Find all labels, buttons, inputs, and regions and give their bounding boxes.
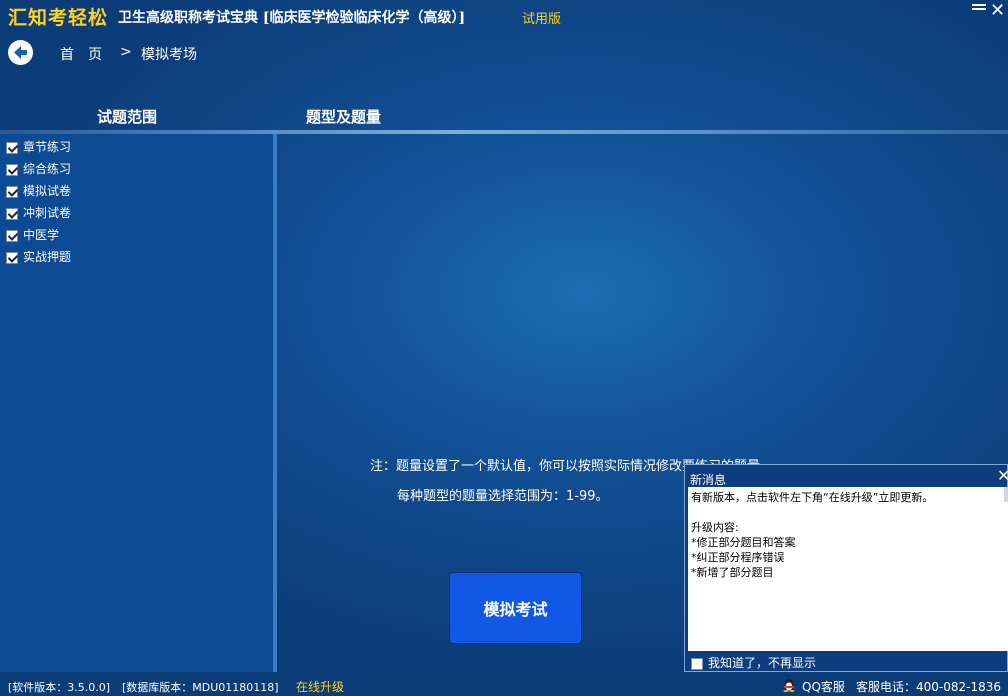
app-brand: 汇知考轻松 — [8, 7, 109, 29]
category-predicted-questions[interactable]: 实战押题 — [6, 248, 71, 264]
online-upgrade-link[interactable]: 在线升级 — [296, 678, 344, 695]
category-label: 模拟试卷 — [23, 184, 72, 198]
popup-line: *新增了部分题目 — [691, 566, 774, 579]
minimize-icon[interactable] — [972, 4, 986, 16]
category-label: 实战押题 — [23, 250, 72, 264]
checkbox-checked-icon[interactable] — [6, 163, 18, 176]
trial-label: 试用版 — [522, 12, 562, 27]
question-type-header: 题型及题量 — [306, 108, 382, 126]
checkbox-checked-icon[interactable] — [6, 229, 18, 242]
software-version: [软件版本：3.5.0.0] — [8, 681, 111, 694]
popup-scrollbar[interactable] — [1004, 487, 1008, 502]
category-comprehensive-practice[interactable]: 综合练习 — [6, 160, 71, 176]
category-label: 中医学 — [23, 228, 60, 242]
breadcrumb-separator: > — [120, 44, 132, 60]
popup-line: 有新版本，点击软件左下角“在线升级”立即更新。 — [691, 491, 934, 504]
popup-message-body: 有新版本，点击软件左下角“在线升级”立即更新。 升级内容: *修正部分题目和答案… — [688, 487, 1008, 651]
popup-line: *纠正部分程序错误 — [691, 551, 785, 564]
title-bar: 汇知考轻松 卫生高级职称考试宝典 [临床医学检验临床化学（高级）] 试用版 ✕ — [0, 0, 1008, 32]
breadcrumb-current: 模拟考场 — [141, 47, 197, 63]
panel-divider[interactable] — [273, 134, 277, 672]
popup-title: 新消息 — [690, 473, 727, 487]
qq-service-link[interactable]: QQ客服 — [802, 678, 845, 695]
category-tcm[interactable]: 中医学 — [6, 226, 59, 242]
status-bar: [软件版本：3.5.0.0] [数据库版本：MDU01180118] 在线升级 … — [0, 674, 1008, 696]
category-mock-exam[interactable]: 模拟试卷 — [6, 182, 71, 198]
popup-line — [691, 505, 1005, 520]
category-chapter-practice[interactable]: 章节练习 — [6, 138, 71, 154]
close-window-icon[interactable]: ✕ — [990, 0, 1005, 21]
new-message-popup: 新消息 ✕ 有新版本，点击软件左下角“在线升级”立即更新。 升级内容: *修正部… — [684, 464, 1008, 672]
note-range: 每种题型的题量选择范围为：1-99。 — [397, 489, 609, 504]
qq-penguin-icon[interactable] — [782, 678, 796, 692]
start-mock-exam-button[interactable]: 模拟考试 — [449, 572, 582, 644]
category-label: 综合练习 — [23, 162, 72, 176]
checkbox-checked-icon[interactable] — [6, 251, 18, 264]
category-label: 章节练习 — [23, 140, 72, 154]
checkbox-checked-icon[interactable] — [6, 207, 18, 220]
back-arrow-icon[interactable] — [8, 40, 33, 65]
category-sprint-exam[interactable]: 冲刺试卷 — [6, 204, 71, 220]
product-title: 卫生高级职称考试宝典 [临床医学检验临床化学（高级）] — [118, 10, 466, 26]
dont-show-again-option[interactable]: 我知道了，不再显示 — [691, 654, 816, 671]
category-label: 冲刺试卷 — [23, 206, 72, 220]
breadcrumb-home[interactable]: 首页 — [60, 44, 116, 64]
service-phone: 客服电话：400-082-1836 — [856, 680, 1002, 694]
popup-close-icon[interactable]: ✕ — [997, 466, 1008, 485]
popup-line: 升级内容: — [691, 521, 739, 534]
database-version: [数据库版本：MDU01180118] — [122, 681, 279, 694]
checkbox-checked-icon[interactable] — [6, 141, 18, 154]
popup-line: *修正部分题目和答案 — [691, 536, 796, 549]
scope-header: 试题范围 — [97, 108, 158, 126]
checkbox-checked-icon[interactable] — [6, 185, 18, 198]
dont-show-label: 我知道了，不再显示 — [708, 656, 817, 670]
checkbox-unchecked-icon[interactable] — [691, 657, 703, 670]
